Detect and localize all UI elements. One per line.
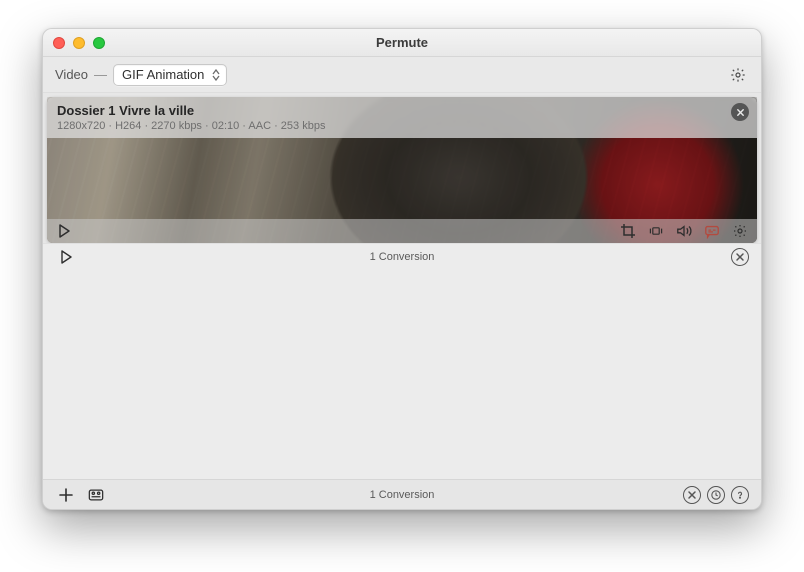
empty-area [43,269,761,479]
volume-button[interactable] [673,220,695,242]
status-text: 1 Conversion [43,251,761,263]
conversion-item[interactable]: Dossier 1 Vivre la ville 1280x720 · H264… [47,97,757,243]
play-preview-button[interactable] [53,220,75,242]
select-arrows-icon [210,68,222,82]
bottom-bar: 1 Conversion [43,479,761,509]
minimize-window-button[interactable] [73,37,85,49]
help-button[interactable] [731,486,749,504]
titlebar: Permute [43,29,761,57]
item-footer [47,219,757,243]
app-window: Permute Video — GIF Animation Dossier 1 … [42,28,762,510]
crop-button[interactable] [617,220,639,242]
separator: — [94,67,107,82]
trim-button[interactable] [645,220,667,242]
start-all-button[interactable] [55,246,77,268]
preset-select[interactable]: GIF Animation [113,64,227,86]
add-button[interactable] [55,484,77,506]
remove-item-button[interactable] [731,103,749,121]
toolbar: Video — GIF Animation [43,57,761,93]
status-bar: 1 Conversion [43,243,761,269]
bottom-status-text: 1 Conversion [43,489,761,501]
preset-settings-button[interactable] [727,64,749,86]
clear-status-button[interactable] [731,248,749,266]
cancel-all-button[interactable] [683,486,701,504]
presets-library-button[interactable] [85,484,107,506]
window-controls [53,37,105,49]
item-list: Dossier 1 Vivre la ville 1280x720 · H264… [43,93,761,243]
item-settings-button[interactable] [729,220,751,242]
window-title: Permute [43,35,761,50]
item-filename: Dossier 1 Vivre la ville [57,103,727,118]
subtitles-button[interactable] [701,220,723,242]
item-metadata: 1280x720 · H264 · 2270 kbps · 02:10 · AA… [57,120,727,132]
close-window-button[interactable] [53,37,65,49]
mode-label: Video [55,67,88,82]
preset-selected-label: GIF Animation [122,67,204,82]
history-button[interactable] [707,486,725,504]
fullscreen-window-button[interactable] [93,37,105,49]
item-header: Dossier 1 Vivre la ville 1280x720 · H264… [47,97,757,138]
